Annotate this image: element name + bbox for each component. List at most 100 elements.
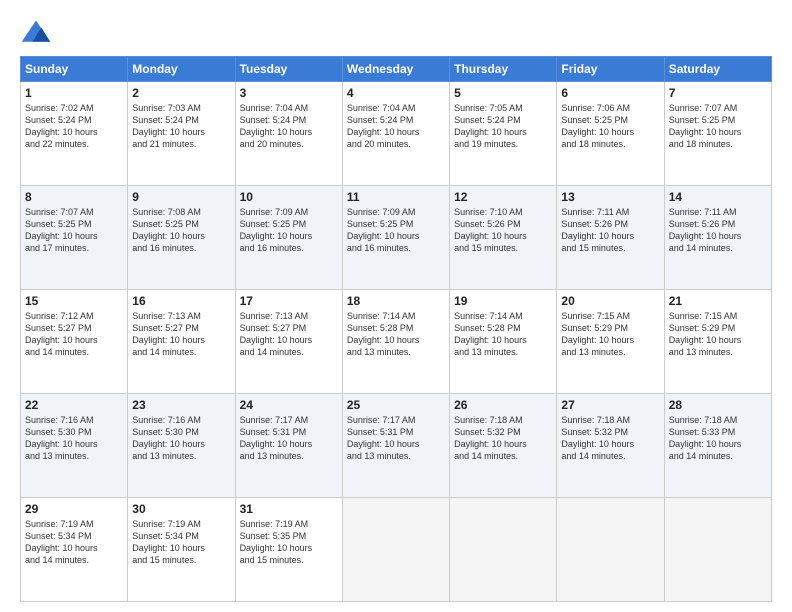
day-number: 7 (669, 86, 767, 100)
calendar-cell: 26 Sunrise: 7:18 AM Sunset: 5:32 PM Dayli… (450, 394, 557, 498)
calendar-cell: 8 Sunrise: 7:07 AM Sunset: 5:25 PM Daylig… (21, 186, 128, 290)
day-info: Sunrise: 7:14 AM Sunset: 5:28 PM Dayligh… (454, 310, 552, 359)
day-info: Sunrise: 7:13 AM Sunset: 5:27 PM Dayligh… (132, 310, 230, 359)
day-info: Sunrise: 7:17 AM Sunset: 5:31 PM Dayligh… (240, 414, 338, 463)
calendar-cell: 10 Sunrise: 7:09 AM Sunset: 5:25 PM Dayli… (235, 186, 342, 290)
calendar-cell (557, 498, 664, 602)
day-number: 29 (25, 502, 123, 516)
day-info: Sunrise: 7:13 AM Sunset: 5:27 PM Dayligh… (240, 310, 338, 359)
calendar-cell: 11Sunrise: 7:09 AM Sunset: 5:25 PM Dayli… (342, 186, 449, 290)
calendar-cell: 7 Sunrise: 7:07 AM Sunset: 5:25 PM Daylig… (664, 82, 771, 186)
day-info: Sunrise: 7:19 AM Sunset: 5:34 PM Dayligh… (25, 518, 123, 567)
calendar-week-3: 15Sunrise: 7:12 AM Sunset: 5:27 PM Dayli… (21, 290, 772, 394)
day-info: Sunrise: 7:09 AM Sunset: 5:25 PM Dayligh… (240, 206, 338, 255)
day-number: 20 (561, 294, 659, 308)
calendar-cell: 5 Sunrise: 7:05 AM Sunset: 5:24 PM Daylig… (450, 82, 557, 186)
day-number: 4 (347, 86, 445, 100)
day-info: Sunrise: 7:15 AM Sunset: 5:29 PM Dayligh… (561, 310, 659, 359)
day-number: 13 (561, 190, 659, 204)
day-info: Sunrise: 7:18 AM Sunset: 5:33 PM Dayligh… (669, 414, 767, 463)
calendar-cell: 4 Sunrise: 7:04 AM Sunset: 5:24 PM Daylig… (342, 82, 449, 186)
calendar-cell: 3 Sunrise: 7:04 AM Sunset: 5:24 PM Daylig… (235, 82, 342, 186)
col-header-tuesday: Tuesday (235, 57, 342, 82)
logo (20, 18, 56, 46)
page: SundayMondayTuesdayWednesdayThursdayFrid… (0, 0, 792, 612)
day-number: 8 (25, 190, 123, 204)
calendar-cell: 15Sunrise: 7:12 AM Sunset: 5:27 PM Dayli… (21, 290, 128, 394)
day-number: 25 (347, 398, 445, 412)
day-info: Sunrise: 7:11 AM Sunset: 5:26 PM Dayligh… (669, 206, 767, 255)
day-number: 31 (240, 502, 338, 516)
calendar-cell (342, 498, 449, 602)
day-info: Sunrise: 7:11 AM Sunset: 5:26 PM Dayligh… (561, 206, 659, 255)
calendar-cell: 30 Sunrise: 7:19 AM Sunset: 5:34 PM Dayli… (128, 498, 235, 602)
calendar-cell: 13 Sunrise: 7:11 AM Sunset: 5:26 PM Dayli… (557, 186, 664, 290)
calendar-cell: 31 Sunrise: 7:19 AM Sunset: 5:35 PM Dayli… (235, 498, 342, 602)
day-number: 12 (454, 190, 552, 204)
day-info: Sunrise: 7:04 AM Sunset: 5:24 PM Dayligh… (347, 102, 445, 151)
day-number: 6 (561, 86, 659, 100)
calendar-cell: 22Sunrise: 7:16 AM Sunset: 5:30 PM Dayli… (21, 394, 128, 498)
day-number: 5 (454, 86, 552, 100)
day-info: Sunrise: 7:18 AM Sunset: 5:32 PM Dayligh… (454, 414, 552, 463)
day-number: 22 (25, 398, 123, 412)
calendar-cell: 27Sunrise: 7:18 AM Sunset: 5:32 PM Dayli… (557, 394, 664, 498)
col-header-sunday: Sunday (21, 57, 128, 82)
day-number: 9 (132, 190, 230, 204)
calendar-header-row: SundayMondayTuesdayWednesdayThursdayFrid… (21, 57, 772, 82)
day-info: Sunrise: 7:07 AM Sunset: 5:25 PM Dayligh… (25, 206, 123, 255)
day-info: Sunrise: 7:06 AM Sunset: 5:25 PM Dayligh… (561, 102, 659, 151)
calendar-cell: 24 Sunrise: 7:17 AM Sunset: 5:31 PM Dayli… (235, 394, 342, 498)
day-number: 23 (132, 398, 230, 412)
day-info: Sunrise: 7:16 AM Sunset: 5:30 PM Dayligh… (132, 414, 230, 463)
calendar-week-2: 8 Sunrise: 7:07 AM Sunset: 5:25 PM Daylig… (21, 186, 772, 290)
calendar-week-5: 29 Sunrise: 7:19 AM Sunset: 5:34 PM Dayli… (21, 498, 772, 602)
calendar-cell (664, 498, 771, 602)
col-header-monday: Monday (128, 57, 235, 82)
day-number: 30 (132, 502, 230, 516)
calendar-cell: 9 Sunrise: 7:08 AM Sunset: 5:25 PM Daylig… (128, 186, 235, 290)
day-info: Sunrise: 7:17 AM Sunset: 5:31 PM Dayligh… (347, 414, 445, 463)
calendar-cell: 20 Sunrise: 7:15 AM Sunset: 5:29 PM Dayli… (557, 290, 664, 394)
calendar-cell: 29 Sunrise: 7:19 AM Sunset: 5:34 PM Dayli… (21, 498, 128, 602)
col-header-saturday: Saturday (664, 57, 771, 82)
calendar-cell (450, 498, 557, 602)
day-info: Sunrise: 7:19 AM Sunset: 5:35 PM Dayligh… (240, 518, 338, 567)
day-number: 21 (669, 294, 767, 308)
calendar-cell: 14 Sunrise: 7:11 AM Sunset: 5:26 PM Dayli… (664, 186, 771, 290)
col-header-thursday: Thursday (450, 57, 557, 82)
calendar-cell: 2Sunrise: 7:03 AM Sunset: 5:24 PM Daylig… (128, 82, 235, 186)
day-number: 3 (240, 86, 338, 100)
calendar-cell: 23 Sunrise: 7:16 AM Sunset: 5:30 PM Dayli… (128, 394, 235, 498)
day-info: Sunrise: 7:15 AM Sunset: 5:29 PM Dayligh… (669, 310, 767, 359)
day-info: Sunrise: 7:09 AM Sunset: 5:25 PM Dayligh… (347, 206, 445, 255)
day-number: 26 (454, 398, 552, 412)
day-info: Sunrise: 7:05 AM Sunset: 5:24 PM Dayligh… (454, 102, 552, 151)
day-number: 14 (669, 190, 767, 204)
day-info: Sunrise: 7:08 AM Sunset: 5:25 PM Dayligh… (132, 206, 230, 255)
day-number: 19 (454, 294, 552, 308)
day-number: 16 (132, 294, 230, 308)
calendar-cell: 17Sunrise: 7:13 AM Sunset: 5:27 PM Dayli… (235, 290, 342, 394)
day-number: 24 (240, 398, 338, 412)
day-number: 10 (240, 190, 338, 204)
day-info: Sunrise: 7:18 AM Sunset: 5:32 PM Dayligh… (561, 414, 659, 463)
day-number: 18 (347, 294, 445, 308)
calendar-cell: 28 Sunrise: 7:18 AM Sunset: 5:33 PM Dayli… (664, 394, 771, 498)
day-info: Sunrise: 7:02 AM Sunset: 5:24 PM Dayligh… (25, 102, 123, 151)
day-info: Sunrise: 7:19 AM Sunset: 5:34 PM Dayligh… (132, 518, 230, 567)
day-info: Sunrise: 7:04 AM Sunset: 5:24 PM Dayligh… (240, 102, 338, 151)
col-header-wednesday: Wednesday (342, 57, 449, 82)
calendar-cell: 19 Sunrise: 7:14 AM Sunset: 5:28 PM Dayli… (450, 290, 557, 394)
calendar-cell: 6 Sunrise: 7:06 AM Sunset: 5:25 PM Daylig… (557, 82, 664, 186)
calendar-week-4: 22 Sunrise: 7:16 AM Sunset: 5:30 PM Dayli… (21, 394, 772, 498)
day-number: 28 (669, 398, 767, 412)
calendar-cell: 16 Sunrise: 7:13 AM Sunset: 5:27 PM Dayli… (128, 290, 235, 394)
day-info: Sunrise: 7:03 AM Sunset: 5:24 PM Dayligh… (132, 102, 230, 151)
logo-icon (20, 18, 52, 46)
day-info: Sunrise: 7:07 AM Sunset: 5:25 PM Dayligh… (669, 102, 767, 151)
calendar-table: SundayMondayTuesdayWednesdayThursdayFrid… (20, 56, 772, 602)
day-number: 15 (25, 294, 123, 308)
day-info: Sunrise: 7:14 AM Sunset: 5:28 PM Dayligh… (347, 310, 445, 359)
calendar-cell: 12Sunrise: 7:10 AM Sunset: 5:26 PM Dayli… (450, 186, 557, 290)
